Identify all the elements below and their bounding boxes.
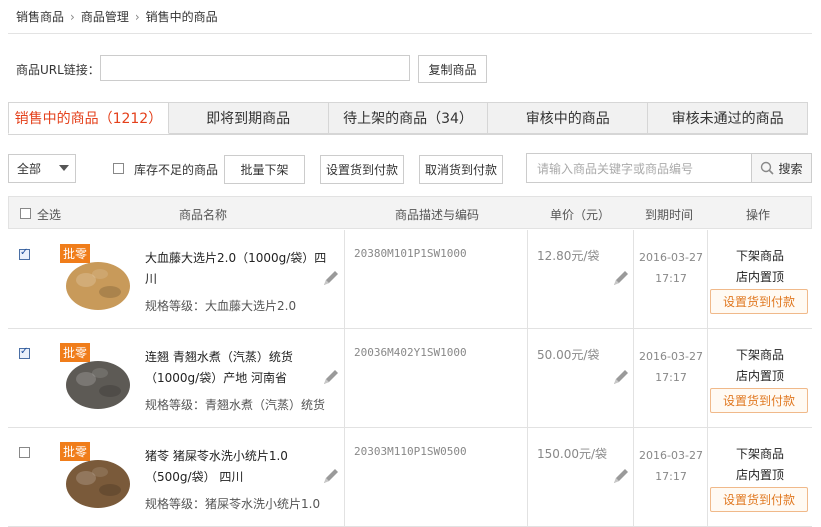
cancel-cod-button[interactable]: 取消货到付款 xyxy=(419,155,503,184)
product-thumbnail[interactable]: 批零 xyxy=(60,343,136,415)
product-code: 20380M101P1SW1000 xyxy=(354,247,467,260)
set-cod-row-button[interactable]: 设置货到付款 xyxy=(710,388,808,413)
batch-unlist-button[interactable]: 批量下架 xyxy=(224,155,305,184)
tab-review-failed[interactable]: 审核未通过的商品 xyxy=(648,102,808,134)
product-price: 50.00元/袋 xyxy=(537,348,600,362)
unlist-link[interactable]: 下架商品 xyxy=(710,345,810,366)
table-row: 批零 猪苓 猪屎苓水洗小统片1.0 （500g/袋） 四川规格等级：猪屎苓水洗小统… xyxy=(8,428,812,527)
column-divider xyxy=(344,329,345,428)
low-stock-checkbox[interactable] xyxy=(113,163,124,174)
product-price: 150.00元/袋 xyxy=(537,447,608,461)
pin-top-link[interactable]: 店内置顶 xyxy=(710,465,810,486)
table-row: 批零 连翘 青翘水煮（汽蒸）统货 （1000g/袋）产地 河南省规格等级：青翘水煮… xyxy=(8,329,812,428)
column-header-name: 商品名称 xyxy=(179,208,228,222)
expire-clock: 17:17 xyxy=(655,272,687,285)
product-thumbnail[interactable]: 批零 xyxy=(60,442,136,514)
product-code: 20303M110P1SW0500 xyxy=(354,445,467,458)
pin-top-link[interactable]: 店内置顶 xyxy=(710,366,810,387)
edit-icon[interactable] xyxy=(321,466,341,486)
chevron-right-icon: › xyxy=(134,9,140,24)
column-divider xyxy=(527,230,528,329)
set-cod-button[interactable]: 设置货到付款 xyxy=(320,155,404,184)
divider xyxy=(8,33,812,34)
expire-clock: 17:17 xyxy=(655,470,687,483)
search-button[interactable]: 搜索 xyxy=(751,153,812,183)
column-divider xyxy=(527,428,528,527)
column-divider xyxy=(633,428,634,527)
url-input[interactable] xyxy=(100,55,410,81)
breadcrumb-item[interactable]: 销售商品 xyxy=(16,8,64,25)
row-checkbox[interactable] xyxy=(19,247,30,260)
breadcrumb-item: 销售中的商品 xyxy=(145,10,218,24)
unlist-link[interactable]: 下架商品 xyxy=(710,246,810,267)
product-name[interactable]: 猪苓 猪屎苓水洗小统片1.0 （500g/袋） 四川 xyxy=(145,446,330,488)
product-price: 12.80元/袋 xyxy=(537,249,600,263)
product-code: 20036M402Y1SW1000 xyxy=(354,346,467,359)
filter-select[interactable]: 全部 xyxy=(8,154,76,183)
copy-product-button[interactable]: 复制商品 xyxy=(418,55,487,83)
column-divider xyxy=(344,230,345,329)
product-spec: 规格等级：青翘水煮（汽蒸）统货 xyxy=(145,398,326,412)
product-name[interactable]: 大血藤大选片2.0（1000g/袋）四川 xyxy=(145,248,330,290)
select-all-label: 全选 xyxy=(37,208,62,222)
edit-icon[interactable] xyxy=(611,268,631,288)
expire-date: 2016-03-27 xyxy=(639,449,703,462)
edit-icon[interactable] xyxy=(321,268,341,288)
wholesale-tag: 批零 xyxy=(60,244,91,263)
caret-down-icon xyxy=(59,165,69,171)
table-header: 全选 商品名称 商品描述与编码 单价（元） 到期时间 操作 xyxy=(8,196,812,229)
select-all-checkbox[interactable] xyxy=(20,208,31,219)
search-icon xyxy=(761,161,775,175)
set-cod-row-button[interactable]: 设置货到付款 xyxy=(710,487,808,512)
search-input[interactable]: 请输入商品关键字或商品编号 xyxy=(526,153,752,183)
column-divider xyxy=(707,329,708,428)
edit-icon[interactable] xyxy=(611,367,631,387)
expire-time: 2016-03-27 17:17 xyxy=(636,346,706,388)
product-spec: 规格等级：猪屎苓水洗小统片1.0 xyxy=(145,497,321,511)
row-operations: 下架商品 店内置顶 xyxy=(710,444,810,486)
tab-pending-listing[interactable]: 待上架的商品（34） xyxy=(328,102,489,134)
product-spec: 规格等级：大血藤大选片2.0 xyxy=(145,299,297,313)
column-header-desc: 商品描述与编码 xyxy=(395,208,480,222)
search-button-label: 搜索 xyxy=(778,161,803,176)
set-cod-row-button[interactable]: 设置货到付款 xyxy=(710,289,808,314)
filter-select-value: 全部 xyxy=(17,162,42,176)
expire-date: 2016-03-27 xyxy=(639,251,703,264)
chevron-right-icon: › xyxy=(70,9,75,24)
url-label: 商品URL链接： xyxy=(16,63,100,77)
row-checkbox[interactable] xyxy=(19,447,30,458)
product-thumbnail[interactable]: 批零 xyxy=(60,244,136,316)
column-divider xyxy=(527,329,528,428)
row-checkbox[interactable] xyxy=(19,346,30,359)
pin-top-link[interactable]: 店内置顶 xyxy=(710,267,810,288)
wholesale-tag: 批零 xyxy=(60,442,91,461)
expire-time: 2016-03-27 17:17 xyxy=(636,445,706,487)
column-divider xyxy=(633,329,634,428)
column-header-ops: 操作 xyxy=(746,208,771,222)
expire-date: 2016-03-27 xyxy=(639,350,703,363)
column-divider xyxy=(707,428,708,527)
expire-time: 2016-03-27 17:17 xyxy=(636,247,706,289)
breadcrumb: 销售商品 › 商品管理 › 销售中的商品 xyxy=(16,8,218,25)
tab-expiring[interactable]: 即将到期商品 xyxy=(168,102,329,134)
low-stock-label: 库存不足的商品 xyxy=(134,163,219,177)
tab-bar: 销售中的商品（1212） 即将到期商品 待上架的商品（34） 审核中的商品 审核… xyxy=(8,102,808,135)
column-header-price: 单价（元） xyxy=(550,208,611,222)
product-name[interactable]: 连翘 青翘水煮（汽蒸）统货 （1000g/袋）产地 河南省 xyxy=(145,347,330,389)
table-row: 批零 大血藤大选片2.0（1000g/袋）四川规格等级：大血藤大选片2.0 2038… xyxy=(8,230,812,329)
wholesale-tag: 批零 xyxy=(60,343,91,362)
tab-under-review[interactable]: 审核中的商品 xyxy=(488,102,649,134)
expire-clock: 17:17 xyxy=(655,371,687,384)
column-header-expire: 到期时间 xyxy=(645,208,694,222)
tab-on-sale[interactable]: 销售中的商品（1212） xyxy=(8,102,169,134)
breadcrumb-item[interactable]: 商品管理 xyxy=(81,8,129,25)
row-operations: 下架商品 店内置顶 xyxy=(710,246,810,288)
column-divider xyxy=(344,428,345,527)
row-operations: 下架商品 店内置顶 xyxy=(710,345,810,387)
column-divider xyxy=(633,230,634,329)
edit-icon[interactable] xyxy=(321,367,341,387)
edit-icon[interactable] xyxy=(611,466,631,486)
unlist-link[interactable]: 下架商品 xyxy=(710,444,810,465)
column-divider xyxy=(707,230,708,329)
